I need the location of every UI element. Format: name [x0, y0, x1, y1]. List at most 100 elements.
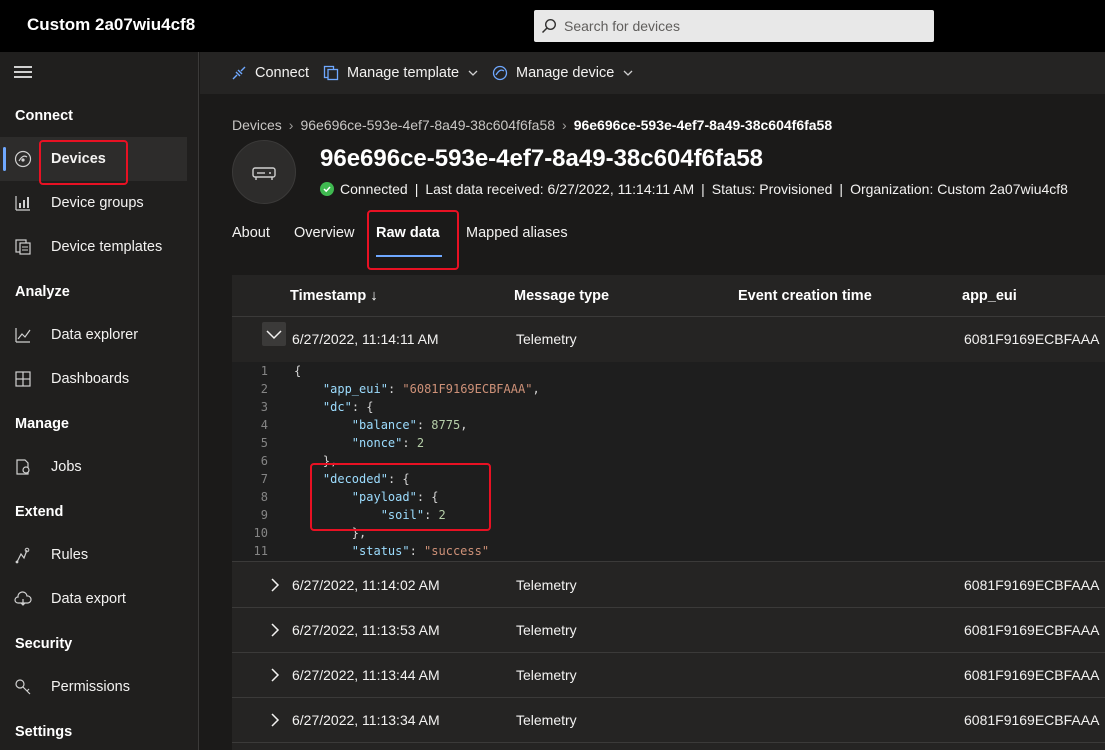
connection-status: Connected [340, 181, 408, 197]
cloud-export-icon [14, 590, 32, 608]
table-row[interactable]: 6/27/2022, 11:13:44 AM Telemetry 6081F91… [232, 653, 1105, 698]
sidebar-item-label: Dashboards [51, 371, 130, 387]
section-manage: Manage [15, 416, 69, 432]
search-box[interactable] [534, 10, 934, 42]
connected-check-icon [320, 182, 334, 196]
connect-button[interactable]: Connect [231, 52, 309, 94]
breadcrumb-parent-link[interactable]: 96e696ce-593e-4ef7-8a49-38c604f6fa58 [300, 117, 555, 133]
column-header-message-type[interactable]: Message type [514, 288, 609, 304]
json-payload-viewer[interactable]: 1{ 2 "app_eui": "6081F9169ECBFAAA", 3 "d… [232, 362, 1105, 562]
column-header-event-creation-time[interactable]: Event creation time [738, 288, 872, 304]
raw-data-highlight-box [367, 210, 459, 270]
sidebar: Connect Devices Device groups Device tem… [0, 52, 199, 750]
chevron-right-icon[interactable] [268, 667, 282, 683]
sidebar-item-data-export[interactable]: Data export [0, 577, 187, 621]
command-bar: Connect Manage template Manage device [200, 52, 1105, 94]
message-type-cell: Telemetry [516, 577, 577, 593]
breadcrumb: Devices › 96e696ce-593e-4ef7-8a49-38c604… [232, 117, 832, 133]
sidebar-item-dashboards[interactable]: Dashboards [0, 357, 187, 401]
decoded-highlight-box [310, 463, 491, 531]
plug-icon [232, 66, 246, 80]
chevron-right-icon: › [562, 117, 567, 133]
breadcrumb-devices-link[interactable]: Devices [232, 117, 282, 133]
app-eui-cell: 6081F9169ECBFAAA [964, 622, 1100, 638]
dashboard-icon [14, 370, 32, 388]
organization: Organization: Custom 2a07wiu4cf8 [850, 181, 1068, 197]
app-eui-cell: 6081F9169ECBFAAA [964, 331, 1100, 347]
sidebar-item-data-explorer[interactable]: Data explorer [0, 313, 187, 357]
top-bar: Custom 2a07wiu4cf8 [0, 0, 1105, 52]
rules-icon [14, 546, 32, 564]
timestamp-cell: 6/27/2022, 11:14:02 AM [292, 577, 440, 593]
collapse-row-button[interactable] [262, 322, 286, 346]
jobs-icon [14, 458, 32, 476]
timestamp-cell: 6/27/2022, 11:13:44 AM [292, 667, 440, 683]
tab-mapped-aliases[interactable]: Mapped aliases [466, 225, 568, 241]
chevron-down-icon [266, 330, 282, 340]
table-header: Timestamp ↓ Message type Event creation … [232, 275, 1105, 317]
app-eui-cell: 6081F9169ECBFAAA [964, 667, 1100, 683]
timestamp-cell: 6/27/2022, 11:14:11 AM [292, 331, 439, 347]
chevron-down-icon [623, 70, 633, 76]
chevron-right-icon[interactable] [268, 712, 282, 728]
device-title: 96e696ce-593e-4ef7-8a49-38c604f6fa58 [320, 145, 764, 172]
line-chart-icon [14, 326, 32, 344]
search-input[interactable] [564, 18, 924, 34]
sidebar-item-device-templates[interactable]: Device templates [0, 225, 187, 269]
sidebar-item-jobs[interactable]: Jobs [0, 445, 187, 489]
selected-indicator [3, 147, 6, 171]
key-icon [14, 678, 32, 696]
sidebar-item-device-groups[interactable]: Device groups [0, 181, 187, 225]
table-row[interactable]: 6/27/2022, 11:14:02 AM Telemetry 6081F91… [232, 563, 1105, 608]
section-connect: Connect [15, 108, 73, 124]
app-title: Custom 2a07wiu4cf8 [27, 15, 196, 34]
chevron-down-icon [468, 70, 478, 76]
hamburger-menu-icon[interactable] [14, 66, 32, 81]
device-groups-icon [14, 194, 32, 212]
message-type-cell: Telemetry [516, 331, 577, 347]
tab-overview[interactable]: Overview [294, 225, 354, 241]
table-row[interactable]: 6/27/2022, 11:13:53 AM Telemetry 6081F91… [232, 608, 1105, 653]
app-eui-cell: 6081F9169ECBFAAA [964, 712, 1100, 728]
provision-status: Status: Provisioned [711, 181, 833, 197]
manage-template-label: Manage template [347, 65, 460, 81]
template-icon [323, 65, 339, 81]
device-gear-icon [492, 65, 508, 81]
message-type-cell: Telemetry [516, 712, 577, 728]
router-icon [252, 167, 276, 180]
manage-device-label: Manage device [516, 65, 615, 81]
main-content: Devices › 96e696ce-593e-4ef7-8a49-38c604… [200, 94, 1105, 750]
section-security: Security [15, 636, 73, 652]
device-avatar [232, 140, 296, 204]
device-templates-icon [14, 238, 32, 256]
table-row[interactable]: 6/27/2022, 11:13:34 AM Telemetry 6081F91… [232, 698, 1105, 743]
sidebar-item-label: Device templates [51, 239, 163, 255]
chevron-right-icon: › [288, 117, 294, 133]
sidebar-item-label: Permissions [51, 679, 130, 695]
chevron-right-icon[interactable] [268, 622, 282, 638]
devices-icon [14, 150, 32, 168]
timestamp-cell: 6/27/2022, 11:13:53 AM [292, 622, 440, 638]
sidebar-item-label: Device groups [51, 195, 144, 211]
device-status-line: Connected | Last data received: 6/27/202… [320, 181, 1068, 197]
timestamp-cell: 6/27/2022, 11:13:34 AM [292, 712, 440, 728]
sidebar-item-label: Data explorer [51, 327, 139, 343]
search-icon [534, 18, 564, 34]
column-header-app-eui[interactable]: app_eui [962, 288, 1017, 304]
table-row[interactable]: 6/27/2022, 11:14:11 AM Telemetry 6081F91… [232, 317, 1105, 362]
raw-data-table: Timestamp ↓ Message type Event creation … [232, 275, 1105, 750]
manage-device-button[interactable]: Manage device [492, 52, 634, 94]
connect-label: Connect [255, 65, 310, 81]
app-eui-cell: 6081F9169ECBFAAA [964, 577, 1100, 593]
section-settings: Settings [15, 724, 73, 740]
manage-template-button[interactable]: Manage template [323, 52, 479, 94]
message-type-cell: Telemetry [516, 667, 577, 683]
chevron-right-icon[interactable] [268, 577, 282, 593]
sidebar-item-label: Jobs [51, 459, 82, 475]
sidebar-item-rules[interactable]: Rules [0, 533, 187, 577]
column-header-timestamp[interactable]: Timestamp ↓ [290, 288, 378, 304]
tab-about[interactable]: About [232, 225, 270, 241]
sidebar-item-permissions[interactable]: Permissions [0, 665, 187, 709]
sidebar-item-label: Data export [51, 591, 126, 607]
last-data-received: Last data received: 6/27/2022, 11:14:11 … [425, 181, 695, 197]
